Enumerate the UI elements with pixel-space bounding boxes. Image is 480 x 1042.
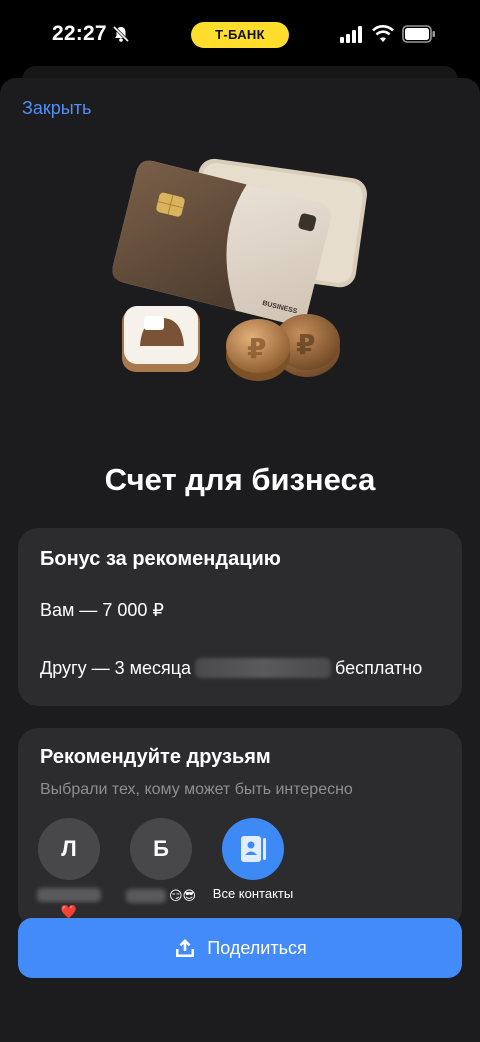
wifi-icon (372, 25, 394, 42)
svg-text:₽: ₽ (247, 332, 266, 365)
svg-text:₽: ₽ (296, 328, 315, 361)
close-button[interactable]: Закрыть (22, 98, 91, 119)
avatar: Б (130, 818, 192, 880)
all-contacts-button[interactable]: Все контакты (208, 818, 298, 902)
contact-name: ❤️ (24, 888, 114, 920)
bonus-friend: Другу — 3 месяца бесплатно (40, 658, 422, 679)
bonus-friend-prefix: Другу — 3 месяца (40, 658, 192, 678)
battery-icon (402, 25, 435, 43)
status-time: 22:27 (52, 22, 107, 45)
contact-item[interactable]: Л ❤️ (24, 818, 114, 920)
business-card-illustration: BUSINESS ₽ ₽ (112, 158, 367, 381)
blurred-text (195, 658, 332, 678)
share-label: Поделиться (207, 937, 307, 958)
signal-icon (340, 26, 362, 43)
all-contacts-label: Все контакты (212, 886, 294, 901)
bonus-friend-suffix: бесплатно (335, 658, 423, 678)
share-upload-icon (176, 939, 195, 957)
bonus-title: Бонус за рекомендацию (40, 548, 281, 570)
contact-name: 😏😎 (116, 888, 206, 904)
recommend-card: Рекомендуйте друзьям Выбрали тех, кому м… (18, 728, 462, 928)
recommend-title: Рекомендуйте друзьям (40, 746, 271, 768)
contact-item[interactable]: Б 😏😎 (116, 818, 206, 904)
bonus-you: Вам — 7 000 ₽ (40, 600, 164, 620)
contact-emoji: 😏😎 (168, 888, 197, 903)
recommend-subtitle: Выбрали тех, кому может быть интересно (40, 781, 353, 798)
bell-muted-icon (112, 25, 130, 43)
avatar: Л (38, 818, 100, 880)
blurred-name (125, 889, 166, 903)
bank-badge: Т-БАНК (191, 22, 289, 48)
contacts-book-icon (222, 818, 284, 880)
status-bar: 22:27 Т-БАНК (0, 0, 480, 72)
blurred-name (37, 888, 101, 902)
bonus-card: Бонус за рекомендацию Вам — 7 000 ₽ Друг… (18, 528, 462, 706)
share-button[interactable]: Поделиться (18, 918, 462, 978)
page-title: Счет для бизнеса (104, 462, 376, 497)
